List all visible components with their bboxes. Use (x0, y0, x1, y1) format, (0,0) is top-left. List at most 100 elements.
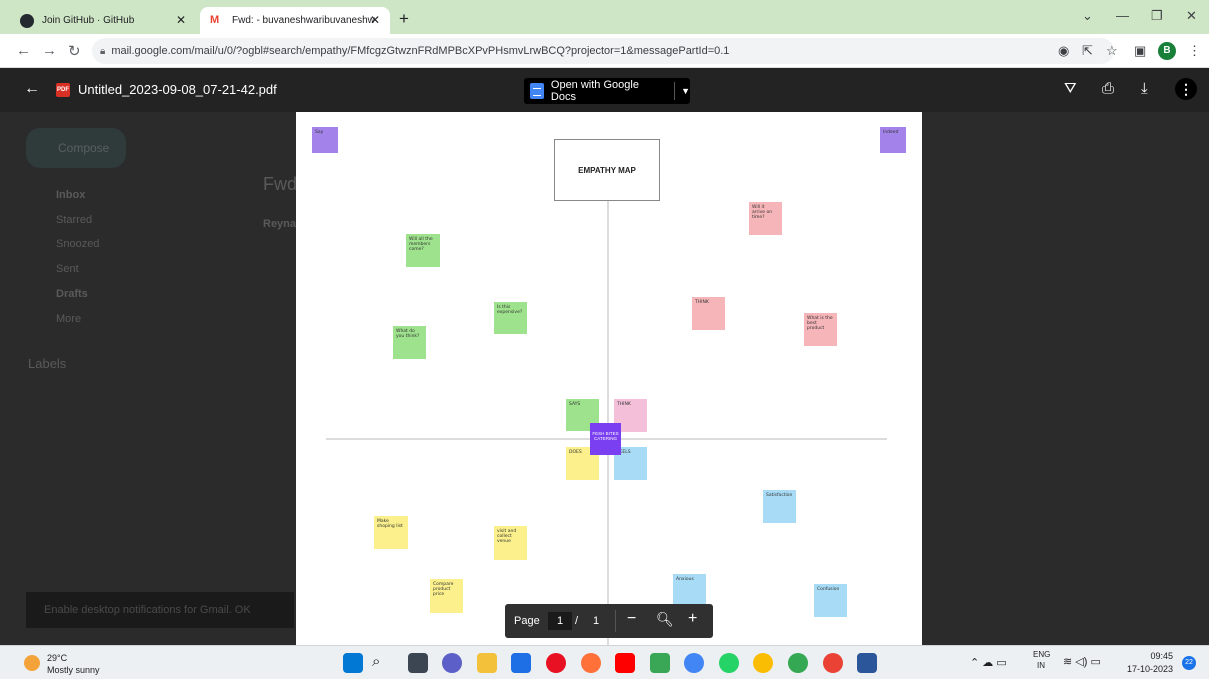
compose-button: Compose (26, 128, 126, 168)
minimize-button[interactable]: — (1116, 8, 1129, 23)
menu-dots-icon[interactable]: ⋮ (1188, 43, 1201, 59)
sticky-note: Will it arrive on time? (749, 202, 782, 235)
corner-note-left: Say (312, 127, 338, 153)
weather-sun-icon[interactable] (24, 655, 40, 671)
tab-title: Join GitHub · GitHub (42, 15, 135, 26)
maximize-button[interactable]: ❐ (1151, 8, 1163, 24)
nav-more: More (56, 313, 82, 325)
zoom-in-icon[interactable]: + (688, 610, 697, 628)
page-separator: / (575, 615, 579, 627)
nav-snoozed: Snoozed (56, 238, 100, 250)
clock-date[interactable]: 17-10-2023 (1125, 664, 1173, 674)
email-subject: Fwd (263, 174, 298, 194)
add-to-drive-icon[interactable]: ⛛ (1064, 80, 1077, 97)
store-icon[interactable] (511, 653, 531, 673)
chevron-down-icon[interactable]: ▼ (681, 86, 690, 96)
tab-gmail[interactable]: M Fwd: - buvaneshwaribuvaneshw ✕ (200, 7, 390, 34)
page-label: Page (514, 615, 540, 627)
whatsapp-icon[interactable] (719, 653, 739, 673)
temperature: 29°C (47, 653, 68, 663)
eye-icon[interactable]: ◉ (1058, 43, 1069, 59)
tab-github[interactable]: Join GitHub · GitHub ✕ (10, 7, 196, 34)
task-view-icon[interactable] (408, 653, 428, 673)
sticky-note: What is the best product (804, 313, 837, 346)
start-windows-icon[interactable] (343, 653, 363, 673)
close-viewer-arrow-icon[interactable]: ← (24, 80, 40, 98)
chrome-profile-icon[interactable] (753, 653, 773, 673)
notification-toast: Enable desktop notifications for Gmail. … (26, 592, 294, 628)
sticky-note: Confusion (814, 584, 847, 617)
google-docs-icon (530, 83, 544, 99)
sticky-note: Is this expensive? (494, 302, 527, 334)
email-sender: Reyna (263, 218, 297, 230)
browser-toolbar: ← → ↻ 🔒︎ mail.google.com/mail/u/0/?ogbl#… (0, 34, 1209, 68)
sticky-note: Compare product price (430, 579, 463, 613)
url-text: mail.google.com/mail/u/0/?ogbl#search/em… (111, 45, 730, 57)
windows-taskbar: 29°C Mostly sunny ⌕ ⌃ ☁ ▭ ENG IN ≋ ◁) ▭ … (0, 645, 1209, 679)
side-panel-icon[interactable]: ▣ (1134, 43, 1146, 59)
forward-arrow-icon[interactable]: → (42, 42, 57, 59)
new-tab-button[interactable]: + (399, 9, 409, 29)
app-icon[interactable] (650, 653, 670, 673)
chrome-icon[interactable] (684, 653, 704, 673)
close-tab-icon[interactable]: ✕ (176, 13, 186, 27)
github-icon (20, 13, 34, 28)
share-icon[interactable]: ⇱ (1082, 43, 1093, 59)
viewer-header: ← PDF Untitled_2023-09-08_07-21-42.pdf O… (0, 68, 1209, 112)
pdf-page: Say Indeed EMPATHY MAP Will all the memb… (296, 112, 922, 649)
zoom-magnifier-icon[interactable]: 🔍︎ (656, 611, 674, 628)
system-tray-icons[interactable]: ⌃ ☁ ▭ (970, 656, 1007, 669)
nav-drafts: Drafts (56, 288, 88, 300)
print-icon[interactable]: ⎙ (1102, 80, 1114, 97)
language-top[interactable]: ENG (1033, 650, 1050, 659)
sticky-note: Will all the members come? (406, 234, 440, 267)
pdf-file-icon: PDF (56, 83, 70, 97)
weather-condition: Mostly sunny (47, 665, 100, 675)
nav-sent: Sent (56, 263, 79, 275)
center-label: FESH BITES CATERING (590, 423, 621, 455)
sticky-note: Anxious (673, 574, 706, 607)
reload-icon[interactable]: ↻ (68, 42, 81, 60)
address-bar[interactable]: 🔒︎ mail.google.com/mail/u/0/?ogbl#search… (92, 38, 1114, 64)
page-number-input[interactable]: 1 (548, 612, 572, 630)
firefox-icon[interactable] (581, 653, 601, 673)
open-with-label: Open with Google Docs (550, 79, 639, 103)
clock-time[interactable]: 09:45 (1133, 651, 1173, 661)
teams-chat-icon[interactable] (442, 653, 462, 673)
download-icon[interactable]: ⤓ (1141, 80, 1148, 97)
chrome-profile-icon[interactable] (823, 653, 843, 673)
youtube-icon[interactable] (615, 653, 635, 673)
nav-inbox: Inbox (56, 189, 86, 201)
browser-tab-strip: Join GitHub · GitHub ✕ M Fwd: - buvanesh… (0, 0, 1209, 34)
close-window-button[interactable]: ✕ (1186, 8, 1197, 24)
sticky-note: visit and collect venue (494, 526, 527, 560)
chrome-profile-icon[interactable] (788, 653, 808, 673)
sticky-note: What do you think? (393, 326, 426, 359)
nav-starred: Starred (56, 214, 93, 226)
more-options-icon[interactable]: ⋮ (1175, 78, 1197, 100)
open-with-google-docs-button[interactable]: Open with Google Docs ▼ (524, 78, 690, 104)
notification-badge[interactable]: 22 (1182, 656, 1196, 670)
file-explorer-icon[interactable] (477, 653, 497, 673)
back-arrow-icon[interactable]: ← (16, 42, 31, 59)
empathy-map-title: EMPATHY MAP (554, 139, 660, 201)
language-bottom[interactable]: IN (1037, 661, 1045, 670)
labels-heading: Labels (28, 356, 67, 371)
word-icon[interactable] (857, 653, 877, 673)
tab-search-icon[interactable]: ⌄ (1082, 8, 1093, 24)
page-navigation: Page 1 / 1 − 🔍︎ + (505, 604, 713, 638)
corner-note-right: Indeed (880, 127, 906, 153)
bookmark-star-icon[interactable]: ☆ (1106, 43, 1118, 59)
close-tab-icon[interactable]: ✕ (370, 13, 380, 27)
sticky-note: Make shoping list (374, 516, 408, 549)
opera-icon[interactable] (546, 653, 566, 673)
search-icon[interactable]: ⌕ (372, 653, 392, 673)
tab-title: Fwd: - buvaneshwaribuvaneshw (232, 15, 375, 26)
zoom-out-icon[interactable]: − (627, 610, 636, 628)
profile-avatar[interactable]: B (1158, 42, 1176, 60)
sticky-note: THINK (692, 297, 725, 330)
wifi-volume-battery-icons[interactable]: ≋ ◁) ▭ (1063, 655, 1101, 668)
lock-icon: 🔒︎ (100, 45, 106, 57)
file-name: Untitled_2023-09-08_07-21-42.pdf (78, 82, 277, 97)
gmail-icon: M (210, 13, 224, 28)
